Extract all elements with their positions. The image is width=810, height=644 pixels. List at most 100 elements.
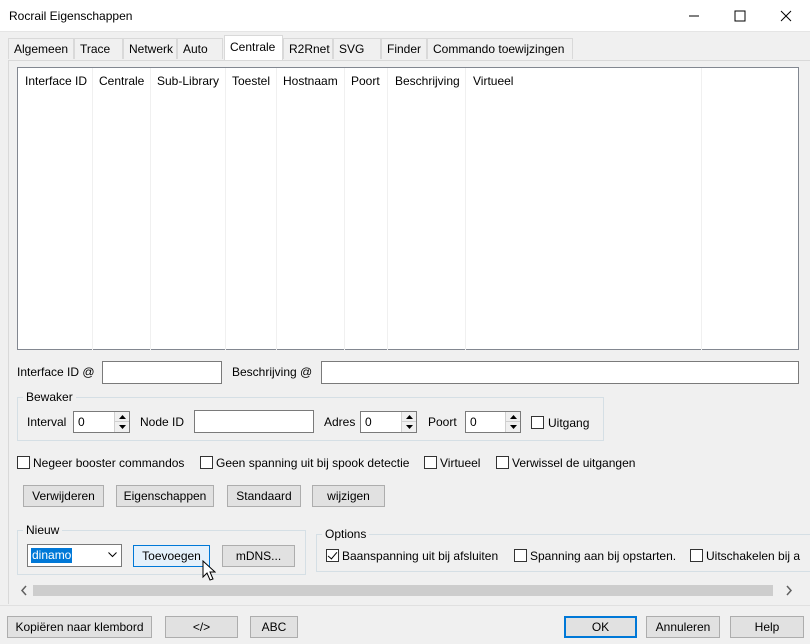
arrow-up-icon (509, 414, 517, 419)
column-hostnaam: Hostnaam (277, 68, 345, 351)
spanning-aan-checkbox[interactable] (514, 549, 527, 562)
column-header[interactable]: Centrale (99, 74, 144, 88)
baanspanning-label: Baanspanning uit bij afsluiten (342, 549, 499, 563)
maximize-icon (734, 10, 746, 22)
tab-centrale[interactable]: Centrale (224, 35, 283, 60)
minimize-icon (689, 15, 699, 17)
column-header[interactable]: Poort (351, 74, 380, 88)
spin-up-button[interactable] (402, 412, 416, 422)
poort-label: Poort (428, 415, 457, 429)
interface-list[interactable]: Interface ID Centrale Sub-Library Toeste… (17, 67, 799, 351)
library-selected-value: dinamo (31, 548, 73, 563)
negeer-booster-checkbox[interactable] (17, 456, 30, 469)
verwissel-label: Verwissel de uitgangen (512, 456, 636, 470)
spin-down-button[interactable] (402, 422, 416, 432)
toevoegen-button[interactable]: Toevoegen (133, 545, 210, 567)
tab-auto[interactable]: Auto (177, 38, 223, 59)
arrow-down-icon (405, 425, 413, 429)
virtueel-checkbox[interactable] (424, 456, 437, 469)
column-toestel: Toestel (226, 68, 277, 351)
arrow-down-icon (118, 425, 126, 429)
spin-up-button[interactable] (115, 412, 129, 422)
node-id-input[interactable] (194, 410, 314, 433)
adres-label: Adres (324, 415, 356, 429)
column-header[interactable]: Beschrijving (395, 74, 460, 88)
minimize-button[interactable] (671, 0, 717, 32)
column-interface-id: Interface ID (18, 68, 93, 351)
column-header[interactable]: Interface ID (25, 74, 87, 88)
arrow-up-icon (118, 414, 126, 419)
geen-spanning-label: Geen spanning uit bij spook detectie (216, 456, 410, 470)
tab-algemeen[interactable]: Algemeen (8, 38, 74, 59)
verwijderen-button[interactable]: Verwijderen (23, 485, 104, 507)
arrow-down-icon (509, 425, 517, 429)
uitgang-label: Uitgang (548, 416, 590, 430)
library-select[interactable]: dinamo (27, 544, 122, 567)
spin-down-button[interactable] (506, 422, 520, 432)
close-button[interactable] (763, 0, 809, 32)
poort-spinner[interactable]: 0 (465, 411, 521, 433)
scroll-right-icon (786, 585, 793, 596)
tab-finder[interactable]: Finder (381, 38, 427, 59)
verwissel-checkbox[interactable] (496, 456, 509, 469)
code-button[interactable]: </> (165, 616, 238, 638)
adres-value: 0 (365, 415, 372, 429)
column-header[interactable]: Virtueel (473, 74, 513, 88)
spanning-aan-label: Spanning aan bij opstarten. (530, 549, 677, 563)
interval-label: Interval (27, 415, 67, 429)
spinner-arrows (114, 412, 129, 432)
spinner-arrows (401, 412, 416, 432)
beschrijving-input[interactable] (321, 361, 799, 384)
tab-r2rnet[interactable]: R2Rnet (283, 38, 333, 59)
wijzigen-button[interactable]: wijzigen (312, 485, 385, 507)
adres-spinner[interactable]: 0 (360, 411, 417, 433)
tab-netwerk[interactable]: Netwerk (123, 38, 177, 59)
column-centrale: Centrale (93, 68, 151, 351)
help-button[interactable]: Help (730, 616, 804, 638)
nieuw-title: Nieuw (23, 523, 63, 537)
geen-spanning-checkbox[interactable] (200, 456, 213, 469)
uitschakelen-label: Uitschakelen bij a (706, 549, 801, 563)
mouse-cursor-icon (202, 560, 216, 581)
column-header[interactable]: Sub-Library (157, 74, 219, 88)
tab-commando-toewijzingen[interactable]: Commando toewijzingen (427, 38, 573, 59)
bewaker-title: Bewaker (23, 390, 76, 404)
annuleren-button[interactable]: Annuleren (646, 616, 720, 638)
interface-id-input[interactable] (102, 361, 222, 384)
spin-up-button[interactable] (506, 412, 520, 422)
baanspanning-checkbox[interactable] (326, 549, 339, 562)
column-poort: Poort (345, 68, 388, 351)
virtueel-label: Virtueel (440, 456, 481, 470)
horizontal-scrollbar[interactable] (16, 582, 797, 599)
eigenschappen-button[interactable]: Eigenschappen (116, 485, 214, 507)
node-id-label: Node ID (140, 415, 185, 429)
interval-value: 0 (78, 415, 85, 429)
interface-id-label: Interface ID @ (17, 365, 95, 379)
tab-svg[interactable]: SVG (333, 38, 381, 59)
uitgang-checkbox[interactable] (531, 416, 544, 429)
arrow-up-icon (405, 414, 413, 419)
abc-button[interactable]: ABC (250, 616, 298, 638)
spinner-arrows (505, 412, 520, 432)
column-beschrijving: Beschrijving (388, 68, 466, 351)
chevron-down-icon (108, 552, 117, 558)
scroll-thumb[interactable] (33, 585, 773, 596)
close-icon (780, 10, 792, 22)
tab-trace[interactable]: Trace (74, 38, 123, 59)
standaard-button[interactable]: Standaard (227, 485, 301, 507)
mdns-button[interactable]: mDNS... (222, 545, 295, 567)
spin-down-button[interactable] (115, 422, 129, 432)
column-virtueel: Virtueel (466, 68, 702, 351)
uitschakelen-checkbox[interactable] (690, 549, 703, 562)
window-title: Rocrail Eigenschappen (9, 9, 133, 23)
column-header[interactable]: Toestel (232, 74, 270, 88)
column-header[interactable]: Hostnaam (283, 74, 338, 88)
options-title: Options (322, 527, 370, 541)
poort-value: 0 (470, 415, 477, 429)
maximize-button[interactable] (717, 0, 763, 32)
kopieren-button[interactable]: Kopiëren naar klembord (7, 616, 152, 638)
ok-button[interactable]: OK (564, 616, 637, 638)
interval-spinner[interactable]: 0 (73, 411, 130, 433)
beschrijving-label: Beschrijving @ (232, 365, 313, 379)
scroll-left-icon (20, 585, 27, 596)
